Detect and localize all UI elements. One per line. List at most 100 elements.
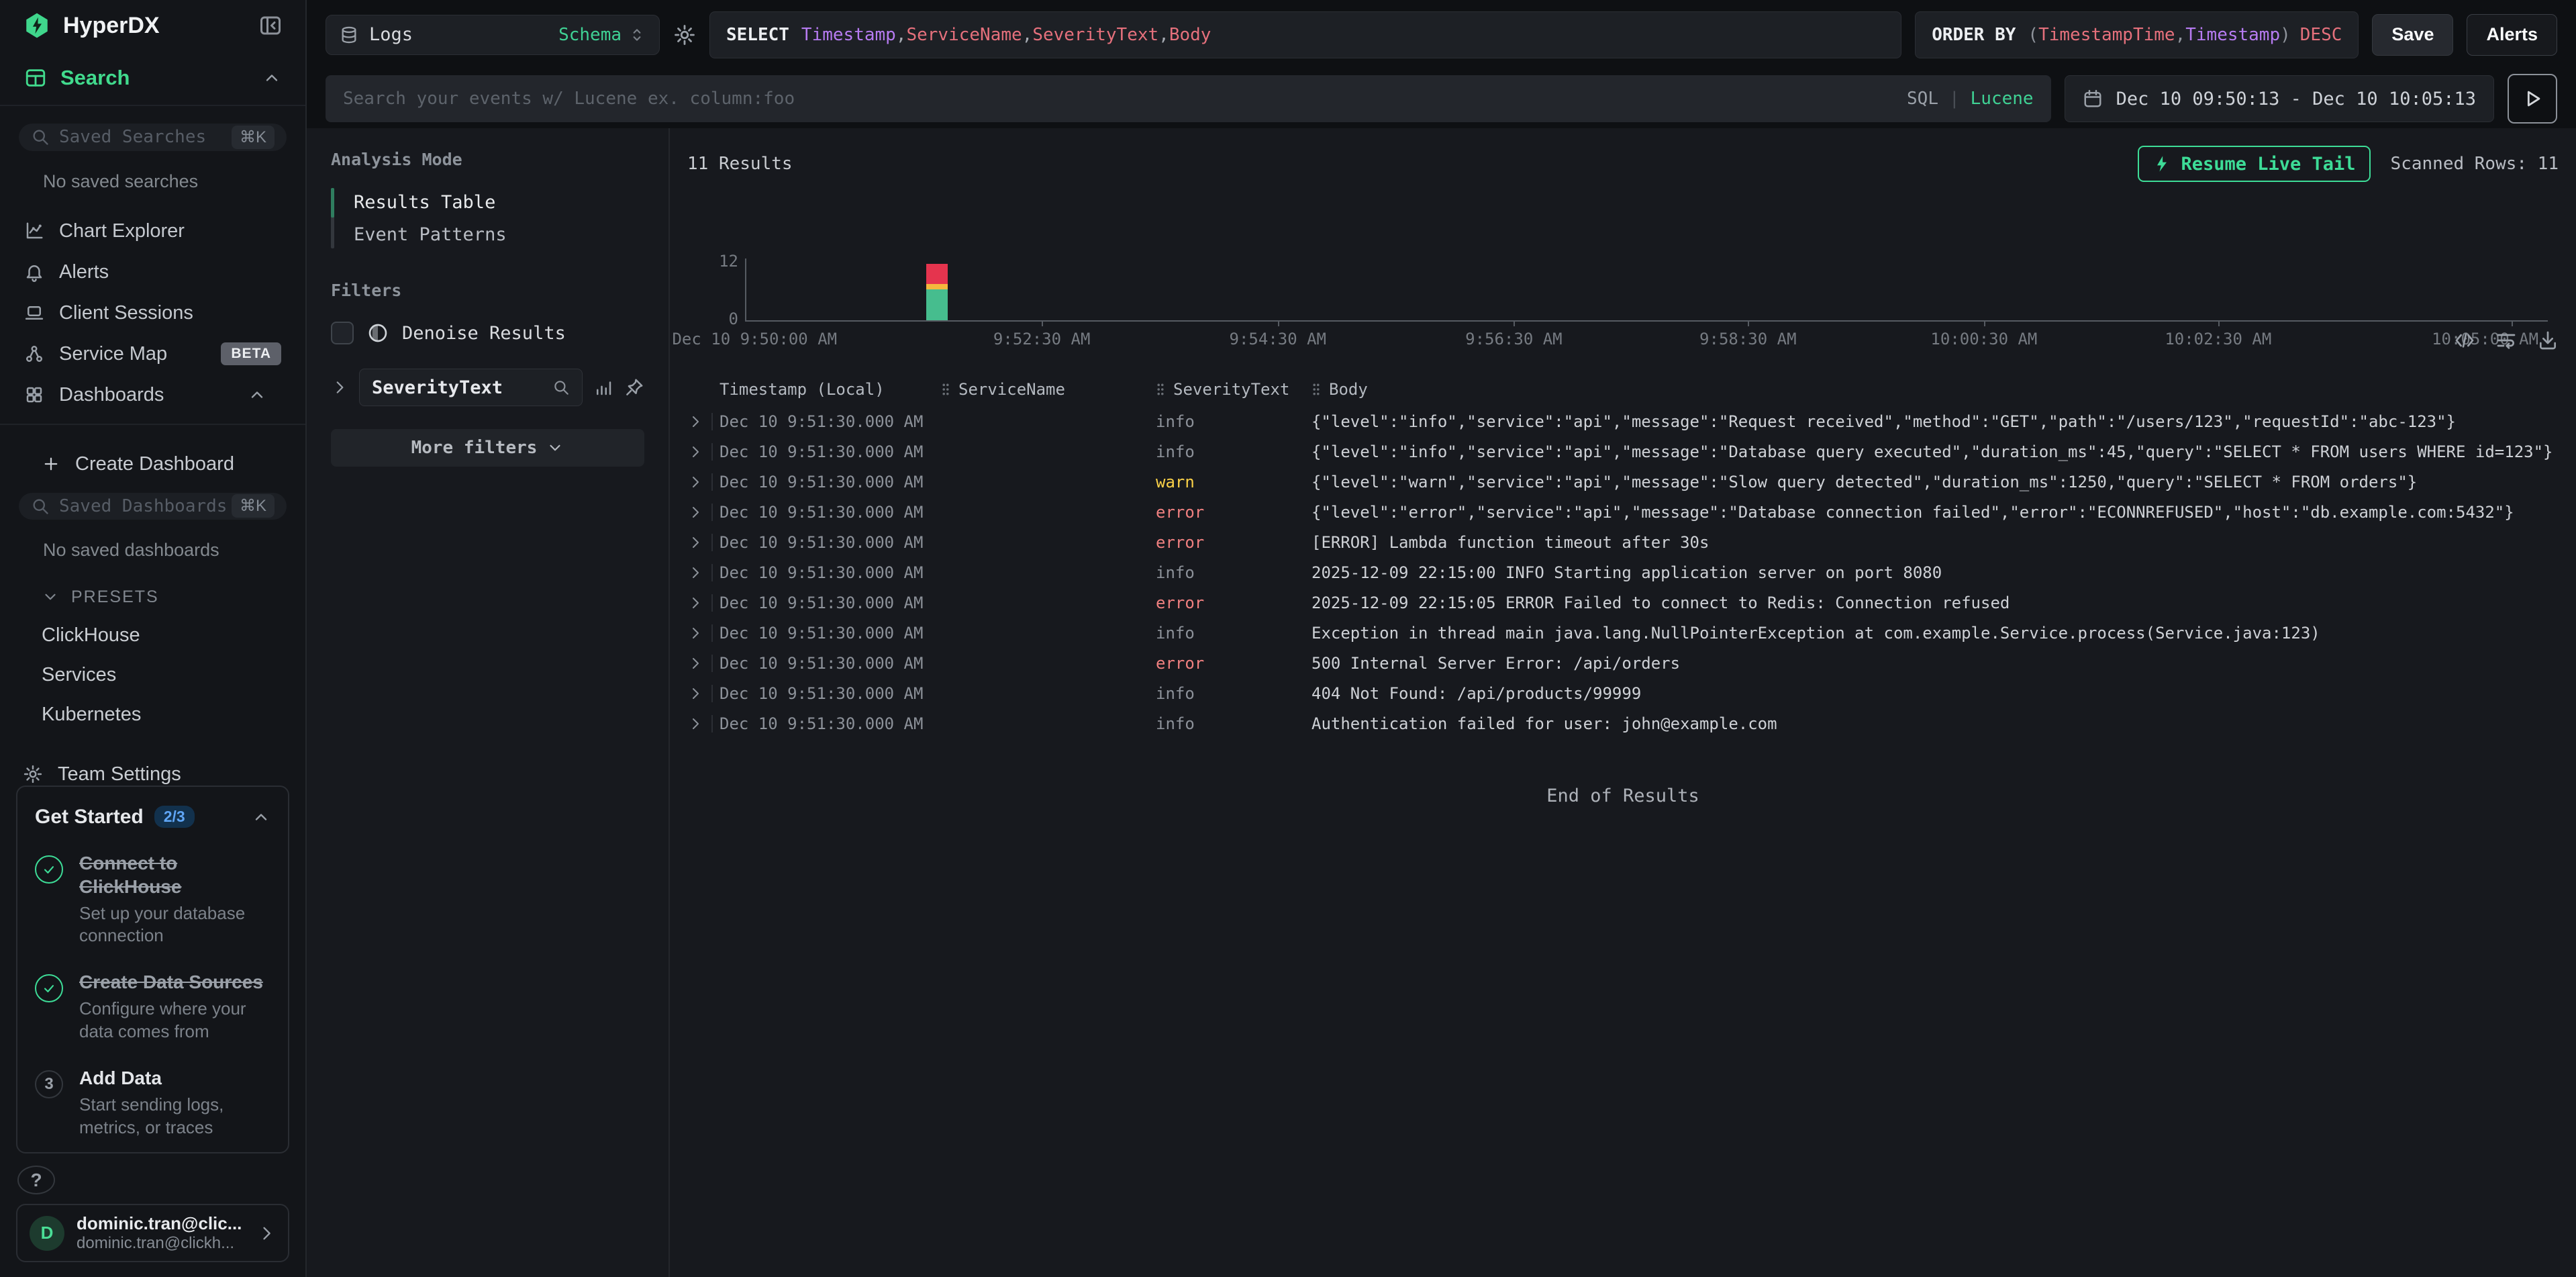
row-expand-chevron-icon[interactable] <box>687 444 703 460</box>
sql-toggle[interactable]: SQL <box>1907 89 1938 109</box>
select-chevrons-icon <box>628 26 646 44</box>
arrow-right-icon <box>249 1066 270 1093</box>
search-input[interactable]: Search your events w/ Lucene ex. column:… <box>326 75 2051 122</box>
drag-handle-icon[interactable] <box>1156 383 1165 396</box>
create-dashboard-button[interactable]: Create Dashboard <box>42 453 305 475</box>
results-count: 11 Results <box>687 154 793 174</box>
row-expand-chevron-icon[interactable] <box>687 595 703 611</box>
source-select[interactable]: Logs Schema <box>326 15 660 55</box>
order-by-keyword: ORDER BY <box>1932 25 2016 45</box>
cell-severitytext: error <box>1156 533 1311 552</box>
drag-handle-icon[interactable] <box>941 383 950 396</box>
search-icon <box>552 379 570 396</box>
row-divider <box>711 413 713 430</box>
order-by-input[interactable]: ORDER BY (TimestampTime, Timestamp)DESC <box>1915 11 2359 58</box>
search-toolbar: Search your events w/ Lucene ex. column:… <box>307 69 2576 128</box>
row-expand-chevron-icon[interactable] <box>687 504 703 520</box>
saved-dashboards-input[interactable]: Saved Dashboards ⌘K <box>19 493 287 520</box>
command-k-badge: ⌘K <box>232 126 275 149</box>
download-icon[interactable] <box>2537 330 2559 351</box>
column-header-timestamp[interactable]: Timestamp (Local) <box>720 380 941 399</box>
preset-item-services[interactable]: Services <box>42 664 305 686</box>
preset-item-clickhouse[interactable]: ClickHouse <box>42 624 305 647</box>
row-expand-chevron-icon[interactable] <box>687 716 703 732</box>
select-query-input[interactable]: SELECT Timestamp,ServiceName,SeverityTex… <box>709 11 1901 58</box>
gear-icon <box>23 764 43 784</box>
lucene-toggle[interactable]: Lucene <box>1971 89 2034 109</box>
row-divider <box>711 473 713 491</box>
analysis-mode-list: Results Table Event Patterns <box>331 187 644 251</box>
row-expand-chevron-icon[interactable] <box>687 685 703 702</box>
mode-event-patterns[interactable]: Event Patterns <box>335 219 644 251</box>
sidebar-item-service-map[interactable]: Service Map BETA <box>0 334 305 375</box>
table-row[interactable]: Dec 10 9:51:30.000 AM warn {"level":"war… <box>687 467 2559 497</box>
saved-searches-input[interactable]: Saved Searches ⌘K <box>19 124 287 150</box>
row-expand-chevron-icon[interactable] <box>687 474 703 490</box>
source-settings-gear-icon[interactable] <box>673 23 696 46</box>
presets-header[interactable]: PRESETS <box>42 587 305 607</box>
user-menu[interactable]: D dominic.tran@clic... dominic.tran@clic… <box>16 1204 289 1262</box>
pin-icon[interactable] <box>624 377 644 397</box>
step-subtitle: Set up your database connection <box>79 902 270 948</box>
get-started-step-add-data[interactable]: 3 Add Data Start sending logs, metrics, … <box>35 1066 270 1139</box>
wrap-lines-icon[interactable] <box>2495 330 2517 351</box>
collapse-sidebar-icon[interactable] <box>258 13 283 38</box>
chart-bar[interactable] <box>926 258 948 320</box>
preset-item-kubernetes[interactable]: Kubernetes <box>42 704 305 726</box>
bar-chart-icon[interactable] <box>593 377 613 397</box>
column-header-body[interactable]: Body <box>1311 380 2559 399</box>
x-axis-tick-label: Dec 10 9:50:00 AM <box>672 330 837 348</box>
row-divider <box>711 564 713 581</box>
resume-live-tail-button[interactable]: Resume Live Tail <box>2138 146 2370 182</box>
sidebar-item-alerts[interactable]: Alerts <box>0 252 305 293</box>
run-query-button[interactable] <box>2508 74 2557 124</box>
column-header-severitytext[interactable]: SeverityText <box>1156 380 1311 399</box>
chart-explorer-icon <box>24 221 44 241</box>
row-expand-chevron-icon[interactable] <box>687 565 703 581</box>
help-button[interactable]: ? <box>17 1166 55 1194</box>
sidebar-item-client-sessions[interactable]: Client Sessions <box>0 293 305 334</box>
get-started-step-connect[interactable]: Connect to ClickHouse Set up your databa… <box>35 851 270 948</box>
app-title: HyperDX <box>63 13 160 39</box>
hyperdx-logo-icon <box>23 11 51 40</box>
table-row[interactable]: Dec 10 9:51:30.000 AM info {"level":"inf… <box>687 436 2559 467</box>
live-tail-label: Resume Live Tail <box>2181 154 2355 175</box>
sidebar-item-chart-explorer[interactable]: Chart Explorer <box>0 211 305 252</box>
save-button[interactable]: Save <box>2372 14 2453 56</box>
language-toggle[interactable]: SQL | Lucene <box>1907 89 2034 109</box>
row-expand-chevron-icon[interactable] <box>687 655 703 671</box>
sidebar-item-search[interactable]: Search <box>0 51 305 106</box>
alerts-button[interactable]: Alerts <box>2467 14 2557 56</box>
sidebar-item-dashboards[interactable]: Dashboards <box>0 375 305 416</box>
cell-severitytext: error <box>1156 503 1311 522</box>
row-divider <box>711 534 713 551</box>
table-row[interactable]: Dec 10 9:51:30.000 AM info Authenticatio… <box>687 708 2559 739</box>
main-column: Logs Schema SELECT Timestamp,ServiceName… <box>307 0 2576 1277</box>
get-started-header[interactable]: Get Started 2/3 <box>35 806 270 829</box>
table-row[interactable]: Dec 10 9:51:30.000 AM error 500 Internal… <box>687 648 2559 678</box>
get-started-step-sources[interactable]: Create Data Sources Configure where your… <box>35 970 270 1043</box>
row-divider <box>711 594 713 612</box>
row-expand-chevron-icon[interactable] <box>687 625 703 641</box>
severity-filter-input[interactable]: SeverityText <box>359 369 583 406</box>
table-row[interactable]: Dec 10 9:51:30.000 AM error {"level":"er… <box>687 497 2559 527</box>
denoise-checkbox[interactable] <box>331 322 354 344</box>
column-header-servicename[interactable]: ServiceName <box>941 380 1156 399</box>
sidebar-item-team-settings[interactable]: Team Settings <box>23 763 305 786</box>
row-expand-chevron-icon[interactable] <box>687 534 703 551</box>
mode-results-table[interactable]: Results Table <box>335 187 644 219</box>
row-expand-chevron-icon[interactable] <box>687 414 703 430</box>
table-row[interactable]: Dec 10 9:51:30.000 AM error [ERROR] Lamb… <box>687 527 2559 557</box>
cell-severitytext: error <box>1156 594 1311 612</box>
table-row[interactable]: Dec 10 9:51:30.000 AM info 2025-12-09 22… <box>687 557 2559 587</box>
table-row[interactable]: Dec 10 9:51:30.000 AM info 404 Not Found… <box>687 678 2559 708</box>
table-row[interactable]: Dec 10 9:51:30.000 AM info {"level":"inf… <box>687 406 2559 436</box>
date-range-picker[interactable]: Dec 10 09:50:13 - Dec 10 10:05:13 <box>2065 75 2494 122</box>
chart-plot-area[interactable]: Dec 10 9:50:00 AM9:52:30 AM9:54:30 AM9:5… <box>745 258 2548 322</box>
expand-chevron-icon[interactable] <box>331 379 348 396</box>
table-row[interactable]: Dec 10 9:51:30.000 AM error 2025-12-09 2… <box>687 587 2559 618</box>
table-row[interactable]: Dec 10 9:51:30.000 AM info Exception in … <box>687 618 2559 648</box>
code-icon[interactable] <box>2454 330 2475 351</box>
more-filters-button[interactable]: More filters <box>331 429 644 467</box>
drag-handle-icon[interactable] <box>1311 383 1321 396</box>
